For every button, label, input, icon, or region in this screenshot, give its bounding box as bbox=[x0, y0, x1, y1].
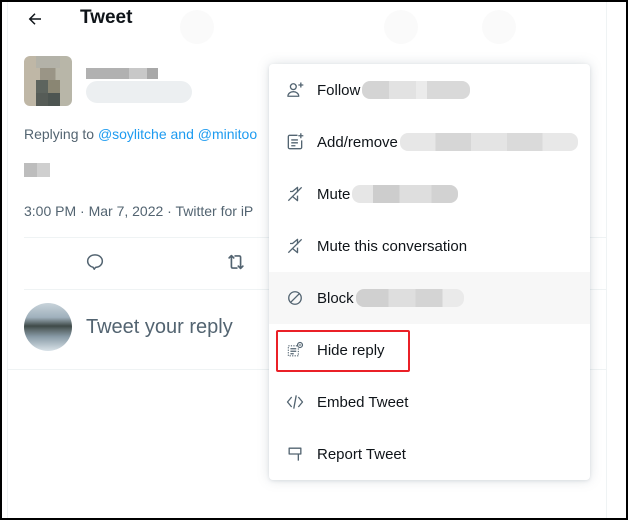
menu-item-label: Block bbox=[317, 289, 354, 307]
code-icon bbox=[286, 395, 304, 409]
menu-item-block[interactable]: Block bbox=[269, 272, 590, 324]
block-icon bbox=[288, 291, 302, 305]
back-button[interactable] bbox=[22, 6, 48, 32]
author-name-redacted[interactable] bbox=[86, 68, 158, 79]
replying-to: Replying to @soylitche and @minitoo bbox=[24, 126, 257, 142]
menu-item-report-tweet[interactable]: Report Tweet bbox=[269, 428, 590, 480]
menu-item-label: Add/remove bbox=[317, 133, 398, 151]
redacted-username bbox=[362, 81, 471, 99]
menu-item-label: Follow bbox=[317, 81, 361, 99]
retweet-button[interactable] bbox=[224, 250, 248, 274]
tweet-text-redacted bbox=[24, 163, 50, 177]
tweet-more-menu: Follow Add/remove Mute Mute this convers… bbox=[269, 64, 590, 480]
menu-item-label: Mute this conversation bbox=[317, 237, 468, 255]
faded-background-shape bbox=[482, 10, 516, 44]
tweet-header: Tweet bbox=[0, 0, 606, 44]
reply-button[interactable] bbox=[83, 250, 107, 274]
flag-icon bbox=[288, 447, 302, 461]
menu-item-follow[interactable]: Follow bbox=[269, 64, 590, 116]
reply-input[interactable]: Tweet your reply bbox=[86, 316, 233, 339]
author-handle-redacted[interactable] bbox=[86, 81, 192, 103]
retweet-icon bbox=[228, 254, 244, 270]
page-title: Tweet bbox=[80, 7, 133, 28]
column-border-left bbox=[7, 0, 8, 520]
menu-item-mute-conversation[interactable]: Mute this conversation bbox=[269, 220, 590, 272]
mention-links[interactable]: @soylitche and @minitoo bbox=[98, 126, 257, 142]
redacted-username bbox=[355, 289, 464, 307]
menu-item-add-remove-list[interactable]: Add/remove bbox=[269, 116, 590, 168]
redacted-username bbox=[352, 185, 459, 203]
arrow-left-icon bbox=[28, 13, 41, 25]
hide-reply-icon bbox=[287, 341, 304, 357]
mute-icon bbox=[287, 186, 303, 202]
menu-item-label: Hide reply bbox=[317, 341, 385, 359]
menu-item-label: Mute bbox=[317, 185, 351, 203]
author-avatar[interactable] bbox=[24, 56, 72, 106]
follow-user-icon bbox=[287, 82, 304, 97]
mute-icon bbox=[287, 238, 303, 254]
column-border-right bbox=[606, 0, 607, 520]
menu-item-embed-tweet[interactable]: Embed Tweet bbox=[269, 376, 590, 428]
faded-background-shape bbox=[180, 10, 214, 44]
menu-item-label: Report Tweet bbox=[317, 445, 406, 463]
reply-icon bbox=[86, 254, 104, 270]
menu-item-mute-user[interactable]: Mute bbox=[269, 168, 590, 220]
replying-prefix: Replying to bbox=[24, 126, 98, 142]
menu-item-label: Embed Tweet bbox=[317, 393, 409, 411]
tweet-meta: 3:00 PM · Mar 7, 2022 · Twitter for iP bbox=[24, 203, 254, 219]
faded-background-shape bbox=[384, 10, 418, 44]
redacted-username bbox=[399, 133, 578, 151]
menu-item-hide-reply[interactable]: Hide reply bbox=[269, 324, 590, 376]
list-add-icon bbox=[287, 133, 304, 150]
current-user-avatar[interactable] bbox=[24, 303, 72, 351]
